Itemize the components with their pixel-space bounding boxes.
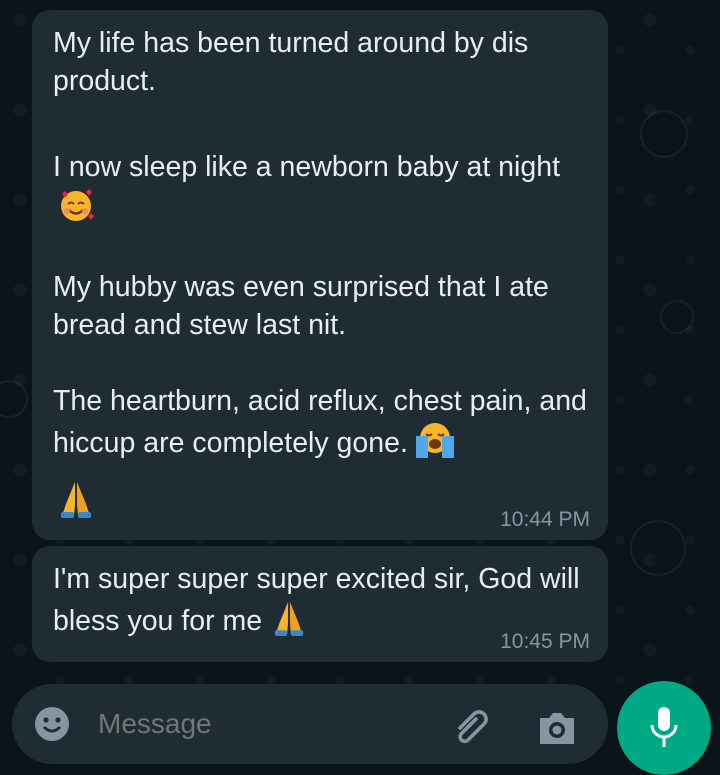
emoji-icon[interactable] [32, 704, 72, 744]
folded-hands-icon [272, 598, 306, 648]
message-composer[interactable] [12, 684, 608, 764]
message-input[interactable] [98, 708, 398, 740]
wallpaper-doodle [630, 520, 686, 576]
camera-icon[interactable] [534, 704, 580, 750]
message-timestamp: 10:45 PM [500, 630, 590, 653]
message-bubble[interactable]: My life has been turned around by dis pr… [32, 10, 608, 540]
wallpaper-doodle [640, 110, 688, 158]
smiling-face-with-hearts-icon [57, 186, 95, 234]
message-text: I now sleep like a newborn baby at night [53, 148, 593, 234]
message-text: The heartburn, acid reflux, chest pain, … [53, 382, 593, 470]
wallpaper-doodle [0, 380, 28, 418]
message-bubble[interactable]: I'm super super super excited sir, God w… [32, 546, 608, 662]
mic-icon [650, 707, 678, 747]
message-timestamp: 10:44 PM [500, 508, 590, 531]
message-text: My hubby was even surprised that I ate b… [53, 271, 549, 341]
message-text: My life has been turned around by dis pr… [53, 27, 529, 97]
folded-hands-icon [58, 478, 94, 525]
mic-button[interactable] [617, 681, 711, 775]
wallpaper-doodle [660, 300, 694, 334]
attach-icon[interactable] [450, 704, 494, 748]
loudly-crying-face-icon [412, 420, 458, 470]
